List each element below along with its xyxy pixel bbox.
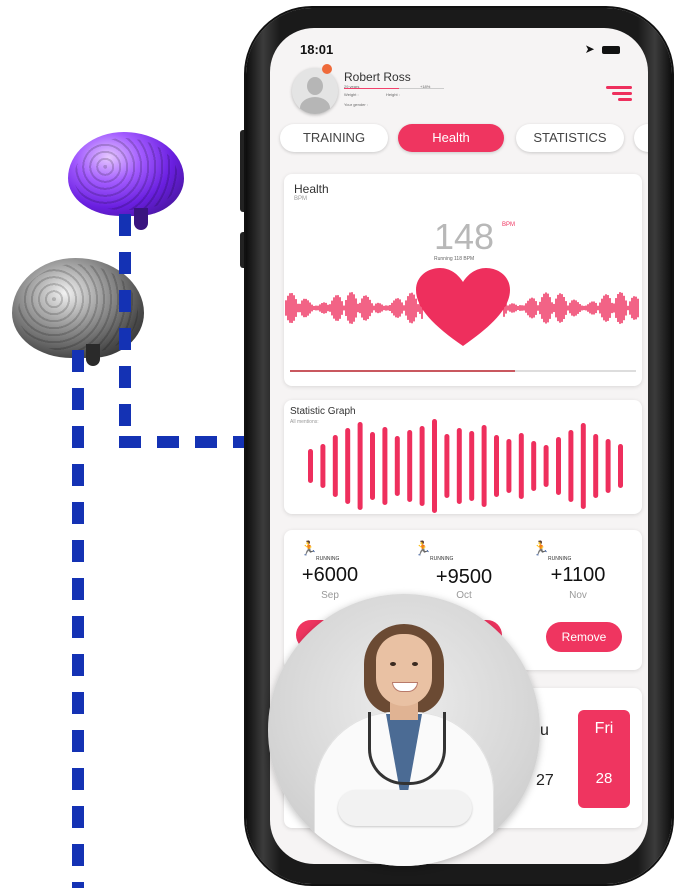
day-label-fri: Fri: [594, 720, 614, 737]
day-label-partial: u: [540, 722, 549, 739]
running-label-3: RUNNING: [548, 556, 572, 562]
date-label-28: 28: [595, 770, 613, 787]
running-month-nov: Nov: [569, 590, 587, 601]
running-label-1: RUNNING: [316, 556, 340, 562]
avatar[interactable]: [292, 68, 338, 114]
status-icons: ➤: [585, 42, 620, 56]
running-label-2: RUNNING: [430, 556, 454, 562]
heartbeat-wave: [285, 268, 639, 346]
health-progress-fill: [290, 370, 515, 372]
running-icon: 🏃: [414, 540, 432, 556]
bpm-running-text: Running 118 BPM: [434, 256, 475, 262]
statistic-bars: [308, 419, 623, 513]
running-value-sep: +6000: [301, 564, 359, 586]
day-tile-fri[interactable]: Fri 28: [578, 710, 630, 808]
bpm-unit: BPM: [502, 222, 516, 228]
statistic-graph-card: Statistic Graph All mentions:: [284, 400, 642, 514]
running-icon: 🏃: [532, 540, 550, 556]
stethoscope-icon: [368, 712, 446, 785]
tab-health[interactable]: Health: [398, 124, 504, 152]
location-icon: ➤: [584, 42, 597, 56]
running-value-nov: +1100: [550, 564, 606, 586]
notification-dot: [322, 64, 332, 74]
gray-brain-stem: [86, 344, 100, 366]
connector-line-gray-vertical: [72, 350, 84, 888]
weight-label: Weight :: [344, 92, 359, 97]
purple-brain-stem: [134, 208, 148, 230]
bpm-value: 148: [434, 216, 495, 257]
connector-line-horizontal: [119, 436, 247, 448]
height-label: Height :: [386, 92, 400, 97]
remove-button-nov[interactable]: Remove: [546, 622, 622, 652]
health-progress-track: [290, 370, 636, 372]
status-time: 18:01: [300, 42, 334, 57]
battery-icon: [602, 45, 620, 54]
user-name: Robert Ross: [344, 70, 411, 84]
health-subtitle: BPM: [294, 196, 308, 202]
date-label-partial: 27: [536, 772, 554, 789]
tab-training[interactable]: TRAINING: [280, 124, 388, 152]
gender-label: Your gender :: [344, 102, 368, 107]
health-title: Health: [294, 182, 329, 196]
tab-more[interactable]: [634, 124, 648, 152]
heart-icon: [416, 268, 510, 346]
purple-brain-image: [68, 132, 184, 216]
running-value-oct: +9500: [435, 566, 493, 588]
connector-line-purple-vertical: [119, 214, 131, 440]
tab-statistics[interactable]: STATISTICS: [516, 124, 624, 152]
health-card: Health BPM 148 BPM Running 118 BPM: [284, 174, 642, 386]
running-icon: 🏃: [300, 540, 318, 556]
doctor-photo: [268, 594, 540, 866]
profile-progress-bar: [344, 88, 444, 89]
menu-icon[interactable]: [606, 86, 632, 104]
profile-progress-fill: [344, 88, 399, 89]
